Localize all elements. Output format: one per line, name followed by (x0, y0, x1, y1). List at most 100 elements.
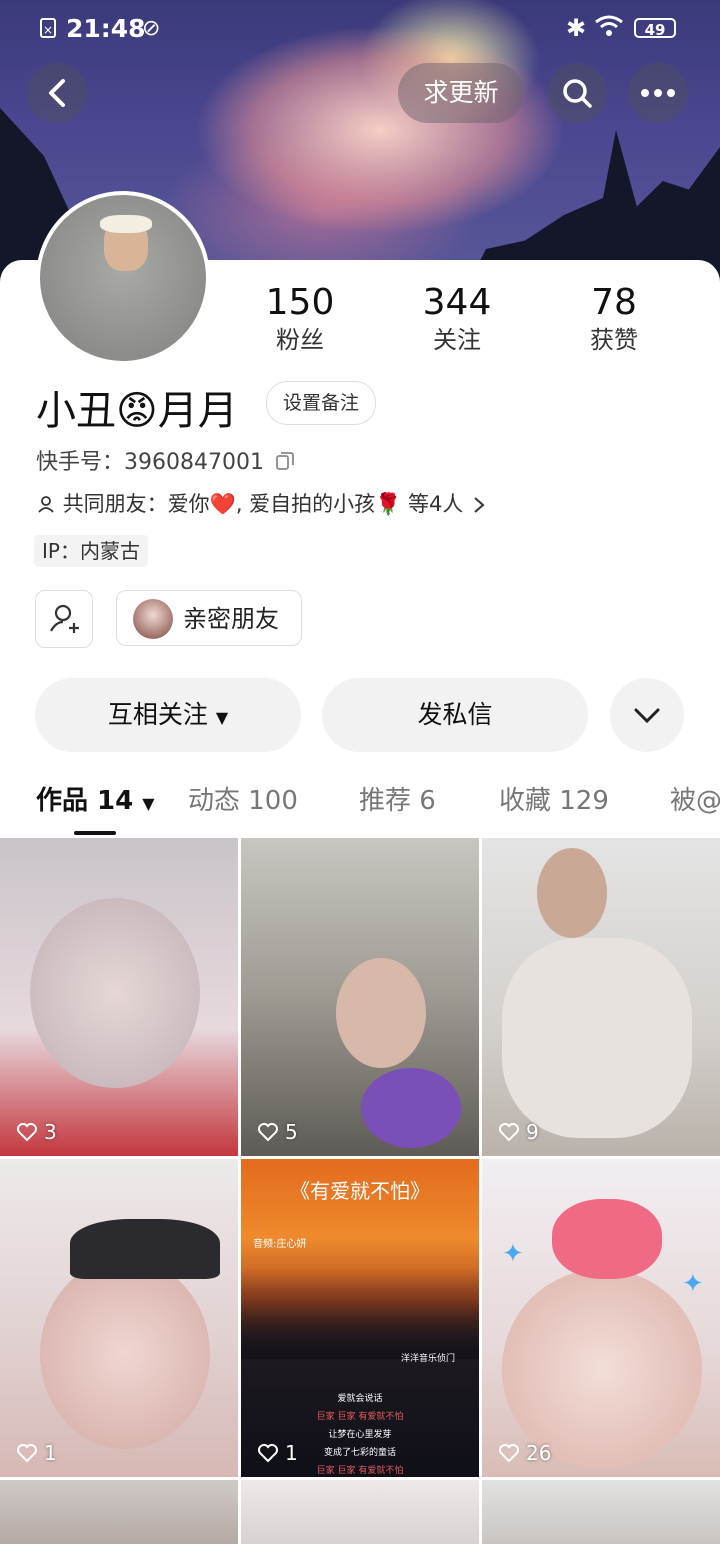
heart-icon (499, 1444, 519, 1463)
tab-recommended[interactable]: 推荐 6 (359, 780, 436, 817)
tab-mentioned[interactable]: 被@ (670, 780, 720, 817)
person-icon (38, 496, 54, 513)
heart-icon (258, 1444, 278, 1463)
video-item[interactable]: ✦ ✦ 26 (482, 1159, 720, 1477)
more-button[interactable] (628, 63, 688, 123)
battery-indicator: 49 (634, 18, 676, 39)
city-skyline (241, 1269, 479, 1359)
stat-value: 344 (422, 282, 492, 323)
mutual-follow-label: 互相关注 (107, 700, 208, 729)
close-friend-avatar (133, 599, 173, 639)
active-tab-indicator (74, 831, 116, 835)
set-remark-button[interactable]: 设置备注 (266, 381, 376, 425)
request-update-button[interactable]: 求更新 (398, 63, 524, 123)
profile-name: 小丑😡月月 (36, 388, 238, 434)
stat-value: 78 (591, 282, 637, 323)
add-user-icon (50, 604, 79, 633)
close-friend-label: 亲密朋友 (183, 605, 279, 633)
heart-icon (17, 1123, 37, 1142)
status-time: 21:48 (66, 14, 146, 43)
mutual-friends-text: 共同朋友：爱你❤️, 爱自拍的小孩🌹 等4人 (62, 492, 464, 516)
back-arrow-icon (49, 79, 65, 107)
video-thumbnail-body (502, 938, 692, 1138)
stat-label: 粉丝 (276, 326, 324, 354)
video-item[interactable]: 5 (241, 838, 479, 1156)
bluetooth-icon: ✱ (566, 14, 587, 42)
kuaishou-id-text: 快手号：3960847001 (36, 450, 264, 475)
video-thumbnail (30, 898, 200, 1088)
search-icon (563, 79, 592, 108)
tab-label: 作品 14 (36, 786, 134, 816)
heart-icon (17, 1444, 37, 1463)
stat-following[interactable]: 344 关注 (397, 282, 517, 356)
close-friend-button[interactable]: 亲密朋友 (116, 590, 302, 646)
video-thumbnail (40, 1259, 210, 1449)
dnd-icon: ⊘ (142, 16, 161, 41)
like-count: 1 (257, 1441, 298, 1465)
lyric-line: 让梦在心里发芽 (328, 1430, 392, 1440)
stat-value: 150 (265, 282, 335, 323)
chevron-down-icon (634, 708, 660, 724)
copy-icon[interactable] (275, 451, 295, 471)
video-item[interactable]: 1 (0, 1159, 238, 1477)
kuaishou-id[interactable]: 快手号：3960847001 (36, 444, 295, 476)
mutual-friends[interactable]: 共同朋友：爱你❤️, 爱自拍的小孩🌹 等4人 (36, 488, 486, 518)
tab-works[interactable]: 作品 14 ▼ (36, 780, 155, 817)
caret-down-icon: ▼ (215, 708, 229, 727)
back-button[interactable] (27, 63, 87, 123)
send-message-button[interactable]: 发私信 (322, 678, 588, 752)
search-button[interactable] (547, 63, 607, 123)
star-sticker-icon: ✦ (502, 1239, 524, 1269)
like-count: 5 (257, 1120, 298, 1144)
video-item[interactable] (0, 1480, 238, 1544)
more-icon (641, 89, 675, 97)
status-bar: × 21:48 ⊘ ✱ 49 (0, 0, 720, 58)
wifi-icon (595, 15, 623, 36)
mutual-follow-button[interactable]: 互相关注 ▼ (35, 678, 301, 752)
ip-location: IP：内蒙古 (34, 535, 148, 567)
police-hat-icon (70, 1219, 220, 1279)
avatar-figure-top (100, 215, 152, 233)
diving-mask-sticker (552, 1199, 662, 1279)
avatar[interactable] (36, 191, 210, 365)
tab-moments[interactable]: 动态 100 (188, 780, 298, 817)
heart-icon (499, 1123, 519, 1142)
like-count-text: 3 (44, 1120, 57, 1144)
video-thumbnail (502, 1269, 702, 1469)
like-count: 3 (16, 1120, 57, 1144)
video-title: 《有爱就不怕》 (290, 1179, 430, 1203)
video-item[interactable]: 《有爱就不怕》 音频:庄心妍 洋洋音乐侦门 爱就会说话 巨家 巨家 有爱就不怕 … (241, 1159, 479, 1477)
like-count-text: 1 (44, 1441, 57, 1465)
star-sticker-icon: ✦ (682, 1269, 704, 1299)
video-item[interactable]: 9 (482, 838, 720, 1156)
like-count-text: 1 (285, 1441, 298, 1465)
stat-fans[interactable]: 150 粉丝 (240, 282, 360, 356)
video-item[interactable] (241, 1480, 479, 1544)
stat-likes[interactable]: 78 获赞 (554, 282, 674, 356)
video-item[interactable]: 3 (0, 838, 238, 1156)
heart-icon (258, 1123, 278, 1142)
like-count-text: 9 (526, 1120, 539, 1144)
add-friend-button[interactable] (35, 590, 93, 648)
like-count: 1 (16, 1441, 57, 1465)
caret-down-icon: ▼ (142, 794, 155, 813)
lyric-line: 爱就会说话 (337, 1394, 383, 1404)
video-thumbnail-prop (361, 1068, 461, 1148)
lyric-line: 巨家 巨家 有爱就不怕 (316, 1412, 404, 1422)
video-watermark: 洋洋音乐侦门 (401, 1354, 456, 1364)
tab-favorites[interactable]: 收藏 129 (499, 780, 609, 817)
video-thumbnail (537, 848, 607, 938)
like-count-text: 26 (526, 1441, 552, 1465)
video-subtitle: 音频:庄心妍 (253, 1239, 307, 1250)
stat-label: 关注 (433, 326, 481, 354)
video-item[interactable] (482, 1480, 720, 1544)
like-count-text: 5 (285, 1120, 298, 1144)
stat-label: 获赞 (590, 326, 638, 354)
chevron-right-icon (474, 497, 485, 513)
like-count: 9 (498, 1120, 539, 1144)
video-thumbnail (336, 958, 426, 1068)
like-count: 26 (498, 1441, 551, 1465)
sim-icon: × (40, 18, 56, 38)
expand-button[interactable] (610, 678, 684, 752)
content-tabs: 作品 14 ▼ 动态 100 推荐 6 收藏 129 被@ (0, 780, 720, 836)
